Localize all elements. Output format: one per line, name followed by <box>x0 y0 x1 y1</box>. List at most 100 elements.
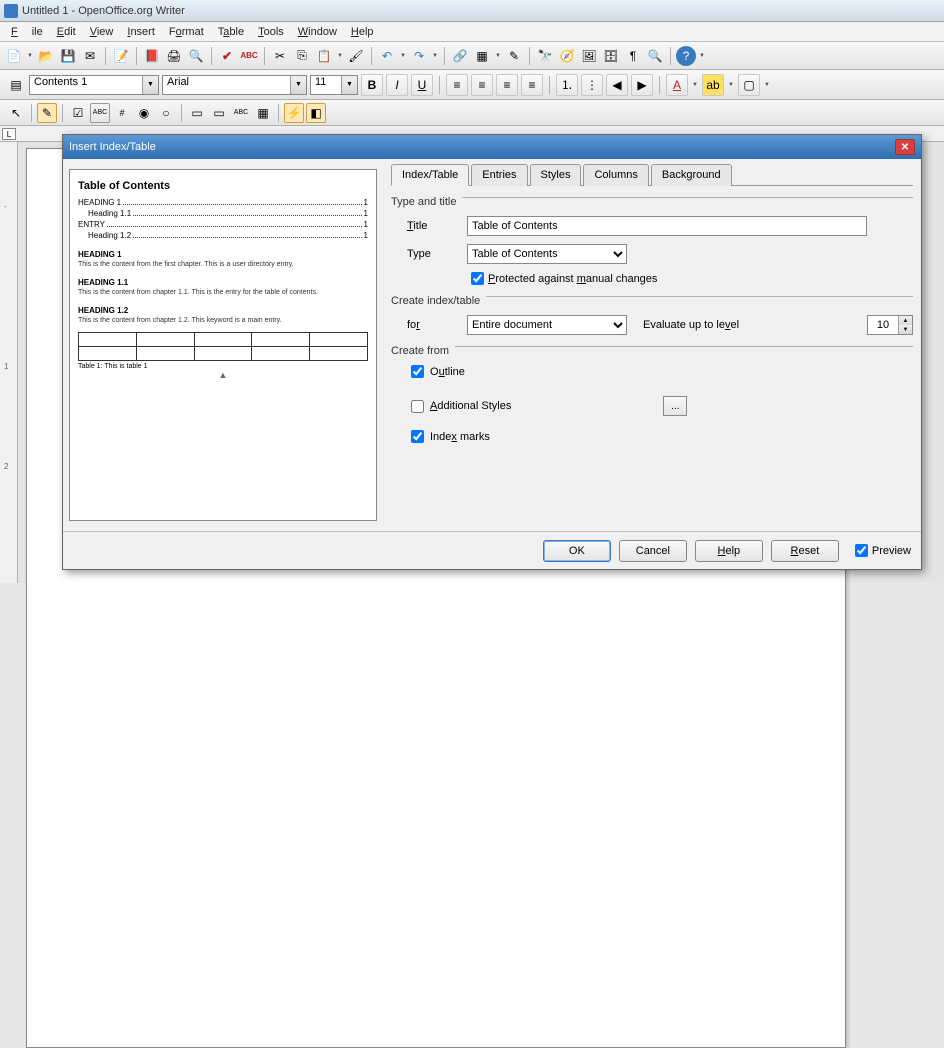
listbox-icon[interactable]: ▭ <box>187 103 207 123</box>
email-icon[interactable]: ✉ <box>80 46 100 66</box>
tab-index-table[interactable]: Index/Table <box>391 164 469 186</box>
bgcolor-dropdown[interactable]: ▼ <box>763 75 771 95</box>
styles-picker-button[interactable]: ... <box>663 396 687 416</box>
pdf-icon[interactable]: 📕 <box>142 46 162 66</box>
redo-icon[interactable]: ↷ <box>409 46 429 66</box>
menu-window[interactable]: Window <box>291 24 344 40</box>
undo-dropdown[interactable]: ▼ <box>399 46 407 66</box>
protected-checkbox[interactable] <box>471 272 484 285</box>
level-spinner[interactable]: ▲▼ <box>867 315 913 335</box>
outline-checkbox[interactable] <box>411 365 424 378</box>
increase-indent-button[interactable]: ▶ <box>631 74 653 96</box>
level-input[interactable] <box>868 316 898 334</box>
print-icon[interactable]: 🖨 <box>164 46 184 66</box>
help-icon[interactable]: ? <box>676 46 696 66</box>
menu-help[interactable]: Help <box>344 24 381 40</box>
underline-button[interactable]: U <box>411 74 433 96</box>
index-marks-checkbox[interactable] <box>411 430 424 443</box>
cancel-button[interactable]: Cancel <box>619 540 687 562</box>
open-icon[interactable]: 📂 <box>36 46 56 66</box>
additional-styles-checkbox[interactable] <box>411 400 424 413</box>
tab-entries[interactable]: Entries <box>471 164 527 186</box>
numbered-list-button[interactable]: ⒈ <box>556 74 578 96</box>
more-controls-icon[interactable]: ▦ <box>253 103 273 123</box>
new-doc-icon[interactable]: 📄 <box>4 46 24 66</box>
checkbox-icon[interactable]: ☑ <box>68 103 88 123</box>
new-doc-dropdown[interactable]: ▼ <box>26 46 34 66</box>
redo-dropdown[interactable]: ▼ <box>431 46 439 66</box>
align-left-button[interactable]: ≡ <box>446 74 468 96</box>
table-icon[interactable]: ▦ <box>472 46 492 66</box>
paste-icon[interactable]: 📋 <box>314 46 334 66</box>
reset-button[interactable]: Reset <box>771 540 839 562</box>
ok-button[interactable]: OK <box>543 540 611 562</box>
cut-icon[interactable]: ✂ <box>270 46 290 66</box>
tab-background[interactable]: Background <box>651 164 732 186</box>
toolbar-overflow[interactable]: ▼ <box>698 46 706 66</box>
paragraph-style-combo[interactable]: Contents 1▼ <box>29 75 159 95</box>
table-dropdown[interactable]: ▼ <box>494 46 502 66</box>
highlight-button[interactable]: ab <box>702 74 724 96</box>
paste-dropdown[interactable]: ▼ <box>336 46 344 66</box>
close-icon[interactable]: ✕ <box>895 139 915 155</box>
bgcolor-button[interactable]: ▢ <box>738 74 760 96</box>
draw-icon[interactable]: ✎ <box>504 46 524 66</box>
help-button[interactable]: Help <box>695 540 763 562</box>
radio-icon[interactable]: ◉ <box>134 103 154 123</box>
tab-columns[interactable]: Columns <box>583 164 648 186</box>
font-color-dropdown[interactable]: ▼ <box>691 75 699 95</box>
edit-file-icon[interactable]: 📝 <box>111 46 131 66</box>
radio2-icon[interactable]: ○ <box>156 103 176 123</box>
save-icon[interactable]: 💾 <box>58 46 78 66</box>
spellcheck-icon[interactable]: ✔ <box>217 46 237 66</box>
type-select[interactable]: Table of Contents <box>467 244 627 264</box>
hyperlink-icon[interactable]: 🔗 <box>450 46 470 66</box>
tab-stop-type[interactable]: L <box>2 128 16 140</box>
field-icon[interactable]: # <box>112 103 132 123</box>
menu-tools[interactable]: Tools <box>251 24 291 40</box>
align-center-button[interactable]: ≡ <box>471 74 493 96</box>
styles-window-icon[interactable]: ▤ <box>6 75 26 95</box>
menu-view[interactable]: View <box>83 24 121 40</box>
preview-toggle[interactable]: Preview <box>855 544 911 557</box>
datasource-icon[interactable]: 🗄 <box>601 46 621 66</box>
menu-format[interactable]: Format <box>162 24 211 40</box>
combobox-icon[interactable]: ▭ <box>209 103 229 123</box>
label-icon[interactable]: ABC <box>231 103 251 123</box>
preview-checkbox[interactable] <box>855 544 868 557</box>
font-name-combo[interactable]: Arial▼ <box>162 75 307 95</box>
find-icon[interactable]: 🔭 <box>535 46 555 66</box>
tab-styles[interactable]: Styles <box>530 164 582 186</box>
menu-insert[interactable]: Insert <box>120 24 162 40</box>
bold-button[interactable]: B <box>361 74 383 96</box>
spin-down-icon[interactable]: ▼ <box>898 325 912 334</box>
arrow-tool-icon[interactable]: ↖ <box>6 103 26 123</box>
bullet-list-button[interactable]: ⋮ <box>581 74 603 96</box>
gallery-icon[interactable]: 🖼 <box>579 46 599 66</box>
font-size-combo[interactable]: 11▼ <box>310 75 358 95</box>
nonprint-icon[interactable]: ¶ <box>623 46 643 66</box>
for-select[interactable]: Entire document <box>467 315 627 335</box>
preview-icon[interactable]: 🔍 <box>186 46 206 66</box>
menu-table[interactable]: Table <box>211 24 251 40</box>
decrease-indent-button[interactable]: ◀ <box>606 74 628 96</box>
align-right-button[interactable]: ≡ <box>496 74 518 96</box>
textbox-icon[interactable]: ABC <box>90 103 110 123</box>
wizards-icon[interactable]: ⚡ <box>284 103 304 123</box>
zoom-icon[interactable]: 🔍 <box>645 46 665 66</box>
form-design-icon[interactable]: ✎ <box>37 103 57 123</box>
navigator-icon[interactable]: 🧭 <box>557 46 577 66</box>
font-color-button[interactable]: A <box>666 74 688 96</box>
italic-button[interactable]: I <box>386 74 408 96</box>
title-input[interactable] <box>467 216 867 236</box>
format-paint-icon[interactable]: 🖌 <box>346 46 366 66</box>
menu-edit[interactable]: Edit <box>50 24 83 40</box>
autospell-icon[interactable]: ABC <box>239 46 259 66</box>
menu-file[interactable]: File <box>4 24 50 40</box>
spin-up-icon[interactable]: ▲ <box>898 316 912 325</box>
undo-icon[interactable]: ↶ <box>377 46 397 66</box>
design-mode-icon[interactable]: ◧ <box>306 103 326 123</box>
align-justify-button[interactable]: ≡ <box>521 74 543 96</box>
copy-icon[interactable]: ⎘ <box>292 46 312 66</box>
highlight-dropdown[interactable]: ▼ <box>727 75 735 95</box>
